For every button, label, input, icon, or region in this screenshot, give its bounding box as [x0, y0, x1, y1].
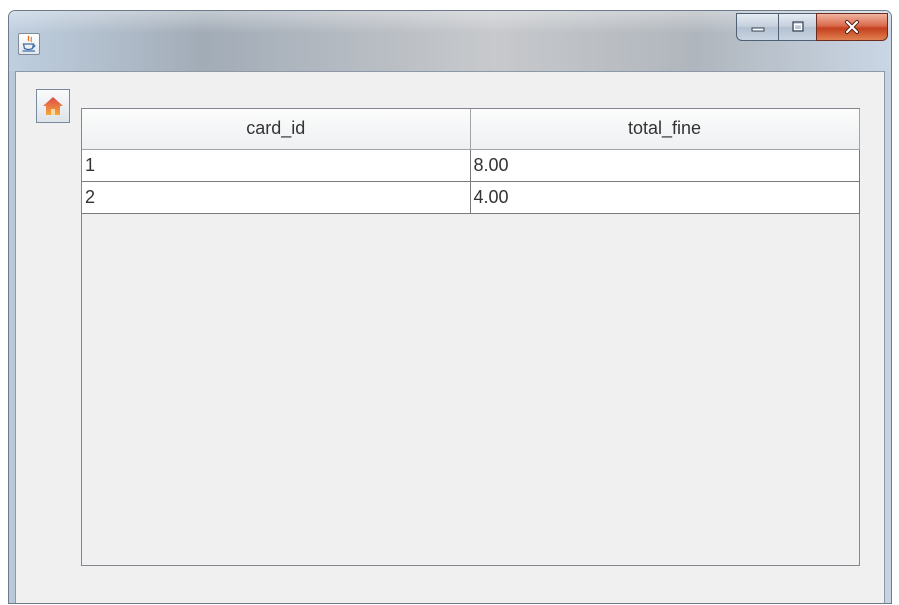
table-cell-card-id[interactable]: 1: [82, 148, 471, 182]
content-panel: card_id total_fine 1 8.00 2 4.00: [15, 71, 885, 603]
home-icon: [43, 97, 63, 115]
maximize-icon: [791, 21, 804, 32]
table-scroll-pane[interactable]: card_id total_fine 1 8.00 2 4.00: [81, 108, 860, 566]
column-header-card-id[interactable]: card_id: [82, 109, 471, 150]
table-cell-total-fine[interactable]: 4.00: [469, 180, 860, 214]
table-row[interactable]: 2 4.00: [82, 180, 860, 214]
table-header-row: card_id total_fine: [82, 109, 860, 150]
fines-table: card_id total_fine 1 8.00 2 4.00: [82, 109, 860, 214]
home-button[interactable]: [36, 89, 70, 123]
application-window: card_id total_fine 1 8.00 2 4.00: [8, 10, 892, 604]
java-coffee-cup-icon[interactable]: [18, 33, 40, 55]
close-button[interactable]: [816, 13, 888, 41]
table-cell-total-fine[interactable]: 8.00: [469, 148, 860, 182]
close-icon: [845, 20, 859, 34]
window-controls: [736, 13, 888, 43]
table-row[interactable]: 1 8.00: [82, 148, 860, 182]
column-header-total-fine[interactable]: total_fine: [469, 109, 860, 150]
maximize-button[interactable]: [778, 13, 816, 41]
minimize-icon: [751, 27, 764, 32]
minimize-button[interactable]: [736, 13, 778, 41]
table-cell-card-id[interactable]: 2: [82, 180, 471, 214]
